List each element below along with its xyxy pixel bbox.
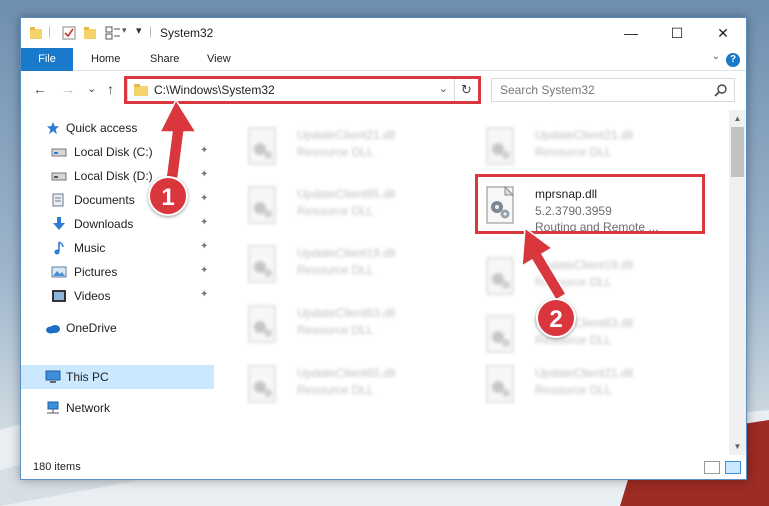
annotation-arrows <box>158 98 568 302</box>
arrow-2 <box>521 226 568 302</box>
arrow-1 <box>158 98 198 179</box>
step-badge-2: 2 <box>536 298 576 338</box>
step-badge-1: 1 <box>148 176 188 216</box>
